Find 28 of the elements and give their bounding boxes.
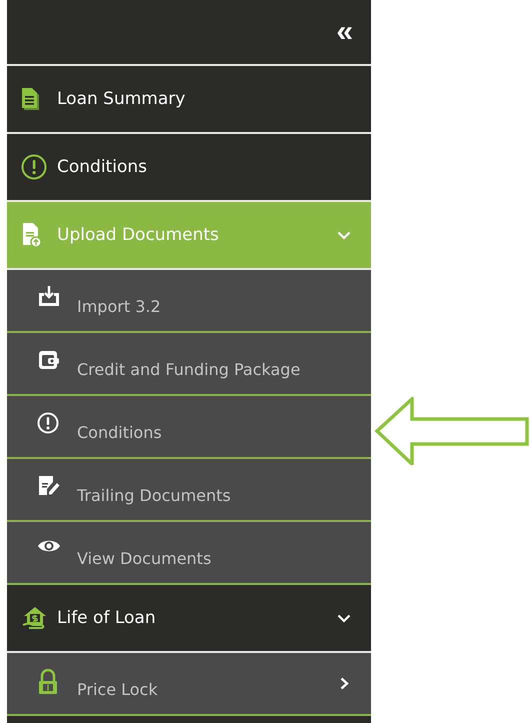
eye-icon [37,538,61,554]
menu-label: Conditions [57,157,147,177]
menu-label: Life of Loan [57,608,156,628]
edit-document-icon [37,475,61,497]
menu-label: Trailing Documents [77,486,231,505]
download-tray-icon [37,286,61,308]
menu-label: Conditions [77,423,162,442]
collapse-button[interactable]: « [332,17,357,47]
submenu-item[interactable]: Conditions [7,396,371,459]
menu-label: Upload Documents [57,225,219,245]
submenu-item[interactable]: Trailing Documents [7,459,371,522]
chevron-down-icon [337,230,351,240]
submenu-item[interactable]: Credit and Funding Package [7,333,371,396]
chevron-right-icon [340,677,349,690]
chevron-down-icon [337,614,351,622]
menu-label: Import 3.2 [77,297,161,316]
padlock-icon [37,669,59,695]
submenu-item[interactable]: View Documents [7,522,371,585]
submenu-item[interactable]: Price Lock [7,653,371,716]
document-upload-icon [21,222,43,248]
menu-label: View Documents [77,549,212,568]
menu-label: Price Lock [77,680,158,699]
menu-label: Loan Summary [57,89,186,109]
wallet-icon [37,349,61,371]
exclamation-circle-icon [37,412,59,434]
exclamation-circle-icon [21,154,47,180]
submenu-item[interactable]: Import 3.2 [7,270,371,333]
menu-label: Credit and Funding Package [77,360,300,379]
